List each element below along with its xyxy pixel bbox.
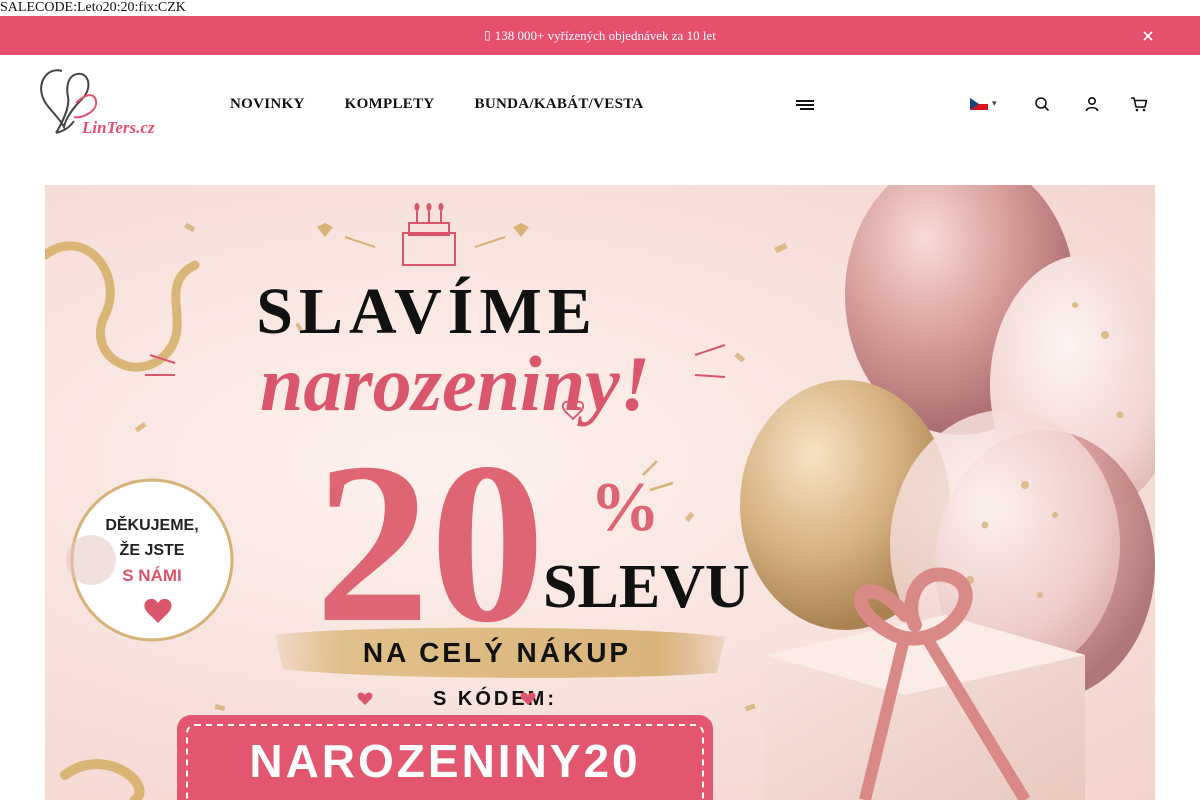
main-nav: NOVINKY KOMPLETY BUNDA/KABÁT/VESTA [230,96,644,113]
banner-artwork: SLAVÍME narozeniny! 20 % SLEVU NA CELÝ N… [45,185,1155,800]
header-actions: ▾ [970,93,1150,115]
slider-prev-button[interactable] [66,535,116,585]
banner-slevu: SLEVU [543,553,750,621]
badge-line2: ŽE JSTE [120,540,185,559]
logo-text: LinTers.cz [81,118,155,137]
banner-percent: % [590,469,660,546]
badge-line1: DĚKUJEME, [105,515,198,534]
nav-item-bunda-kabat-vesta[interactable]: BUNDA/KABÁT/VESTA [475,96,644,113]
menu-icon[interactable] [796,98,814,112]
language-selector[interactable]: ▾ [970,98,997,110]
nav-item-novinky[interactable]: NOVINKY [230,96,305,113]
banner-title-line1: SLAVÍME [256,275,598,348]
chevron-down-icon: ▾ [992,99,997,109]
announcement-bar: ▯ 138 000+ vyřízených objednávek za 10 l… [0,16,1200,55]
banner-code-label: S KÓDEM: [433,686,557,710]
banner-code: NAROZENINY20 [249,735,640,787]
hero-banner[interactable]: SLAVÍME narozeniny! 20 % SLEVU NA CELÝ N… [45,185,1155,800]
czech-flag-icon [970,98,988,110]
banner-subtitle: NA CELÝ NÁKUP [363,637,631,668]
salecode-text: SALECODE:Leto20:20:fix:CZK [0,0,186,15]
search-icon[interactable] [1031,93,1053,115]
badge-line3: S NÁMI [122,566,182,585]
user-icon[interactable] [1081,93,1103,115]
announcement-text: 138 000+ vyřízených objednávek za 10 let [494,27,716,43]
cart-icon[interactable] [1128,93,1150,115]
banner-title-line2: narozeniny! [260,340,650,427]
nav-item-komplety[interactable]: KOMPLETY [345,96,435,113]
truck-icon: ▯ [484,28,491,42]
close-icon[interactable] [1140,28,1156,44]
site-header: LinTers.cz NOVINKY KOMPLETY BUNDA/KABÁT/… [0,55,1200,155]
logo[interactable]: LinTers.cz [38,67,162,139]
